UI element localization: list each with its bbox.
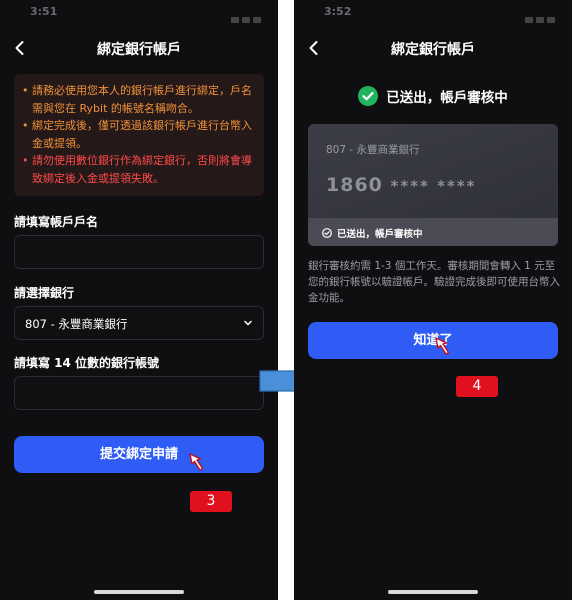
success-message: 已送出，帳戶審核中 — [294, 86, 572, 108]
account-name-label: 請填寫帳戶戶名 — [14, 215, 99, 229]
right-phone-screen: 3:52 綁定銀行帳戶 已送出，帳戶審核中 807 - 永豐商業銀行 1860 — [294, 0, 572, 600]
submit-binding-button[interactable]: 提交綁定申請 — [14, 436, 264, 473]
page-title: 綁定銀行帳戶 — [391, 42, 475, 58]
confirm-button[interactable]: 知道了 — [308, 322, 558, 359]
bank-select-label: 請選擇銀行 — [14, 286, 75, 300]
card-status-text: 已送出，帳戶審核中 — [337, 229, 423, 240]
status-time: 3:51 — [30, 5, 58, 18]
pointer-hand-icon — [189, 453, 204, 471]
card-status-bar: 已送出，帳戶審核中 — [308, 218, 558, 246]
notice-item-warning: 請勿使用數位銀行作為綁定銀行，否則將會導致綁定後入金或提領失敗。 — [22, 152, 256, 187]
left-phone-screen: 3:51 綁定銀行帳戶 請務必使用您本人的銀行帳戶進行綁定，戶名需與您在 Ryb… — [0, 0, 278, 600]
success-text: 已送出，帳戶審核中 — [386, 90, 508, 106]
status-icons — [522, 8, 558, 23]
step-badge: 4 — [456, 376, 498, 397]
card-number-mask: **** **** — [390, 177, 477, 195]
check-circle-icon — [358, 86, 379, 106]
status-bar: 3:52 — [294, 0, 572, 23]
card-bank-name: 807 - 永豐商業銀行 — [326, 144, 420, 156]
account-name-field[interactable] — [14, 235, 264, 269]
status-bar: 3:51 — [0, 0, 278, 23]
status-time: 3:52 — [324, 5, 352, 18]
chevron-down-icon — [244, 320, 252, 326]
nav-header: 綁定銀行帳戶 — [294, 34, 572, 64]
page-title: 綁定銀行帳戶 — [97, 42, 181, 58]
pointer-hand-icon — [435, 337, 450, 355]
card-number-prefix: 1860 — [326, 174, 383, 196]
account-name-input[interactable] — [15, 236, 263, 268]
card-number: 1860 **** **** — [326, 174, 477, 196]
review-note: 銀行審核約需 1-3 個工作天。審核期間會轉入 1 元至您的銀行帳號以驗證帳戶。… — [308, 260, 560, 304]
status-icons — [228, 8, 264, 23]
notice-item: 綁定完成後，僅可透過該銀行帳戶進行台幣入金或提領。 — [22, 117, 256, 152]
screenshot-root: 3:51 綁定銀行帳戶 請務必使用您本人的銀行帳戶進行綁定，戶名需與您在 Ryb… — [0, 0, 572, 600]
account-number-field[interactable] — [14, 376, 264, 410]
bank-card: 807 - 永豐商業銀行 1860 **** **** 已送出，帳戶審核中 — [308, 124, 558, 246]
account-number-input[interactable] — [15, 377, 263, 409]
notice-item: 請務必使用您本人的銀行帳戶進行綁定，戶名需與您在 Rybit 的帳號名稱吻合。 — [22, 82, 256, 117]
nav-header: 綁定銀行帳戶 — [0, 34, 278, 64]
notice-box: 請務必使用您本人的銀行帳戶進行綁定，戶名需與您在 Rybit 的帳號名稱吻合。 … — [14, 74, 264, 196]
account-number-label: 請填寫 14 位數的銀行帳號 — [14, 356, 160, 370]
bank-select[interactable]: 807 - 永豐商業銀行 — [14, 306, 264, 340]
home-indicator — [94, 590, 184, 594]
bank-select-value: 807 - 永豐商業銀行 — [25, 317, 128, 331]
home-indicator — [388, 590, 478, 594]
step-badge: 3 — [190, 491, 232, 512]
check-circle-icon — [322, 228, 332, 238]
